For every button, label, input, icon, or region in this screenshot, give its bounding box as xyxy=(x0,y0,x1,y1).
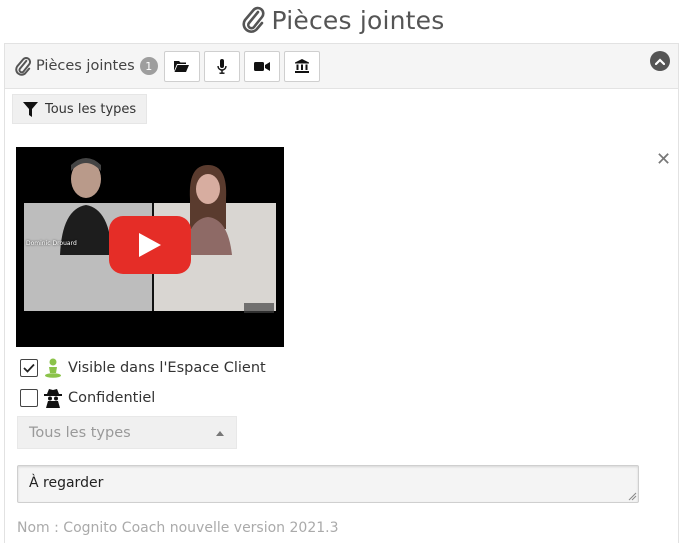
play-icon xyxy=(139,233,161,257)
caret-up-icon xyxy=(216,431,224,436)
record-audio-button[interactable] xyxy=(203,50,240,82)
type-filter-button[interactable]: Tous les types xyxy=(12,94,148,124)
visible-client-row: Visible dans l'Espace Client xyxy=(20,357,266,379)
checkmark-icon xyxy=(23,363,35,373)
attachment-name: Nom : Cognito Coach nouvelle version 202… xyxy=(17,520,339,536)
bank-icon xyxy=(294,59,309,73)
video-overlay-caption: Dominic Drouard xyxy=(26,240,77,247)
remove-attachment-button[interactable]: ✕ xyxy=(656,151,671,169)
spy-icon xyxy=(44,389,62,408)
attachments-panel: Pièces jointes 1 Tous les types ✕ Domini… xyxy=(4,43,679,543)
client-person-icon xyxy=(45,358,61,378)
chevron-up-icon xyxy=(655,57,665,65)
resize-grip-icon[interactable] xyxy=(627,491,637,501)
filter-icon xyxy=(23,101,38,117)
comment-textarea[interactable] xyxy=(17,465,639,503)
folder-open-icon xyxy=(174,61,190,72)
count-badge: 1 xyxy=(139,57,158,75)
attachment-type-select[interactable]: Tous les types xyxy=(17,416,237,449)
record-video-button[interactable] xyxy=(243,50,280,82)
visible-client-checkbox[interactable] xyxy=(20,359,38,377)
bank-button[interactable] xyxy=(283,50,320,82)
confidential-checkbox[interactable] xyxy=(20,389,38,407)
page-title: Pièces jointes xyxy=(0,3,686,37)
video-camera-icon xyxy=(253,61,270,71)
panel-title: Pièces jointes xyxy=(36,58,135,74)
paperclip-icon xyxy=(15,56,32,76)
attachment-type-value: Tous les types xyxy=(29,424,131,441)
browse-files-button[interactable] xyxy=(163,50,200,82)
microphone-icon xyxy=(217,58,227,74)
confidential-label: Confidentiel xyxy=(68,390,156,406)
paperclip-icon xyxy=(241,6,265,33)
video-watermark xyxy=(244,303,274,313)
collapse-panel-button[interactable] xyxy=(650,51,670,71)
play-button[interactable] xyxy=(109,216,191,274)
type-filter-label: Tous les types xyxy=(45,101,137,117)
close-icon: ✕ xyxy=(656,149,672,170)
video-thumbnail[interactable]: Dominic Drouard xyxy=(16,147,284,347)
panel-header: Pièces jointes 1 xyxy=(5,44,678,89)
visible-client-label: Visible dans l'Espace Client xyxy=(68,360,266,376)
page-title-text: Pièces jointes xyxy=(271,5,445,35)
confidential-row: Confidentiel xyxy=(20,387,155,409)
